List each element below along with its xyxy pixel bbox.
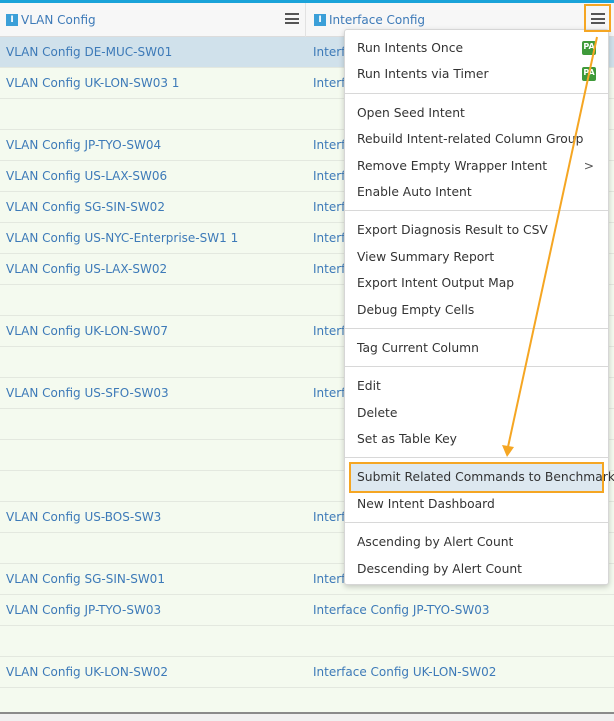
cell-interface-config[interactable]: Interf bbox=[313, 254, 345, 284]
cell-interface-config[interactable]: Interf bbox=[313, 378, 345, 408]
cell-vlan-config[interactable]: VLAN Config DE-MUC-SW01 bbox=[6, 37, 172, 67]
menu-item-label: Debug Empty Cells bbox=[357, 302, 475, 317]
column-header-vlan-config[interactable]: I VLAN Config bbox=[6, 3, 96, 37]
column-menu-icon[interactable] bbox=[285, 12, 299, 25]
cell-interface-config[interactable]: Interface Config UK-LON-SW02 bbox=[313, 657, 496, 687]
menu-divider bbox=[345, 327, 608, 329]
cell-interface-config[interactable]: Interf bbox=[313, 564, 345, 594]
menu-item-label: Open Seed Intent bbox=[357, 105, 465, 120]
intent-icon: I bbox=[6, 14, 18, 26]
cell-interface-config[interactable]: Interf bbox=[313, 161, 345, 191]
cell-vlan-config[interactable]: VLAN Config UK-LON-SW02 bbox=[6, 657, 168, 687]
column-divider bbox=[305, 3, 306, 37]
menu-divider bbox=[345, 92, 608, 94]
menu-item-label: Export Diagnosis Result to CSV bbox=[357, 223, 548, 238]
cell-vlan-config[interactable]: VLAN Config UK-LON-SW03 1 bbox=[6, 68, 179, 98]
cell-vlan-config[interactable]: VLAN Config SG-SIN-SW01 bbox=[6, 564, 165, 594]
cell-vlan-config[interactable]: VLAN Config UK-LON-SW07 bbox=[6, 316, 168, 346]
menu-item-label: New Intent Dashboard bbox=[357, 496, 495, 511]
menu-item-new-intent-dashboard[interactable]: New Intent Dashboard bbox=[345, 491, 608, 517]
chevron-right-icon: > bbox=[583, 158, 594, 173]
cell-interface-config[interactable]: Interf bbox=[313, 37, 345, 67]
menu-item-ascending-by-alert-count[interactable]: Ascending by Alert Count bbox=[345, 529, 608, 555]
menu-item-label: Delete bbox=[357, 405, 398, 420]
cell-interface-config[interactable]: Interface Config JP-TYO-SW03 bbox=[313, 595, 489, 625]
menu-item-tag-current-column[interactable]: Tag Current Column bbox=[345, 335, 608, 361]
horizontal-scrollbar[interactable] bbox=[0, 712, 614, 721]
cell-interface-config[interactable]: Interf bbox=[313, 502, 345, 532]
menu-item-export-diagnosis-result-to-csv[interactable]: Export Diagnosis Result to CSV bbox=[345, 217, 608, 243]
menu-item-submit-related-commands-to-benchmark[interactable]: Submit Related Commands to Benchmark bbox=[349, 462, 614, 493]
menu-item-view-summary-report[interactable]: View Summary Report bbox=[345, 244, 608, 270]
menu-item-run-intents-via-timer[interactable]: Run Intents via Timer PA bbox=[345, 61, 608, 87]
cell-interface-config[interactable]: Interf bbox=[313, 223, 345, 253]
menu-item-enable-auto-intent[interactable]: Enable Auto Intent bbox=[345, 179, 608, 205]
menu-item-label: Ascending by Alert Count bbox=[357, 535, 514, 550]
menu-item-label: Export Intent Output Map bbox=[357, 276, 515, 291]
cell-interface-config[interactable]: Interf bbox=[313, 130, 345, 160]
menu-divider bbox=[345, 457, 608, 459]
cell-vlan-config[interactable]: VLAN Config US-NYC-Enterprise-SW1 1 bbox=[6, 223, 238, 253]
menu-item-label: Rebuild Intent-related Column Group bbox=[357, 132, 584, 147]
table-row[interactable]: VLAN Config UK-LON-SW02 Interface Config … bbox=[0, 657, 614, 688]
menu-item-label: Run Intents via Timer bbox=[357, 67, 489, 82]
column-title: VLAN Config bbox=[21, 13, 96, 27]
menu-item-delete[interactable]: Delete bbox=[345, 400, 608, 426]
menu-item-rebuild-intent-related-column-group[interactable]: Rebuild Intent-related Column Group bbox=[345, 126, 608, 152]
menu-item-export-intent-output-map[interactable]: Export Intent Output Map bbox=[345, 270, 608, 296]
cell-interface-config[interactable]: Interf bbox=[313, 316, 345, 346]
menu-item-edit[interactable]: Edit bbox=[345, 373, 608, 399]
cell-interface-config[interactable]: Interf bbox=[313, 192, 345, 222]
column-context-menu: Run Intents Once PA Run Intents via Timer P… bbox=[344, 29, 614, 585]
menu-item-descending-by-alert-count[interactable]: Descending by Alert Count bbox=[345, 556, 608, 582]
cell-vlan-config[interactable]: VLAN Config JP-TYO-SW04 bbox=[6, 130, 161, 160]
cell-vlan-config[interactable]: VLAN Config US-BOS-SW3 bbox=[6, 502, 161, 532]
intent-icon: I bbox=[314, 14, 326, 26]
menu-item-open-seed-intent[interactable]: Open Seed Intent bbox=[345, 100, 608, 126]
menu-item-label: Remove Empty Wrapper Intent bbox=[357, 158, 548, 173]
column-title: Interface Config bbox=[329, 13, 426, 27]
menu-divider bbox=[345, 210, 608, 212]
menu-item-label: Submit Related Commands to Benchmark bbox=[357, 470, 614, 485]
cell-vlan-config[interactable]: VLAN Config SG-SIN-SW02 bbox=[6, 192, 165, 222]
menu-item-debug-empty-cells[interactable]: Debug Empty Cells bbox=[345, 297, 608, 323]
menu-item-label: View Summary Report bbox=[357, 249, 495, 264]
pa-badge-icon: PA bbox=[582, 41, 596, 55]
menu-item-remove-empty-wrapper-intent[interactable]: Remove Empty Wrapper Intent > bbox=[345, 153, 608, 179]
menu-item-label: Enable Auto Intent bbox=[357, 184, 472, 199]
cell-vlan-config[interactable]: VLAN Config US-LAX-SW02 bbox=[6, 254, 167, 284]
cell-vlan-config[interactable]: VLAN Config US-SFO-SW03 bbox=[6, 378, 169, 408]
annotation-highlight-box bbox=[584, 4, 611, 32]
cell-vlan-config[interactable]: VLAN Config US-LAX-SW06 bbox=[6, 161, 167, 191]
menu-item-label: Descending by Alert Count bbox=[357, 561, 522, 576]
table-row[interactable]: VLAN Config JP-TYO-SW03 Interface Config … bbox=[0, 595, 614, 626]
menu-item-label: Run Intents Once bbox=[357, 41, 464, 55]
menu-item-run-intents-once[interactable]: Run Intents Once PA bbox=[345, 35, 608, 61]
pa-badge-icon: PA bbox=[582, 67, 596, 82]
menu-item-label: Edit bbox=[357, 379, 381, 394]
menu-divider bbox=[345, 522, 608, 524]
menu-item-set-as-table-key[interactable]: Set as Table Key bbox=[345, 426, 608, 452]
cell-vlan-config[interactable]: VLAN Config JP-TYO-SW03 bbox=[6, 595, 161, 625]
menu-divider bbox=[345, 366, 608, 368]
menu-item-label: Set as Table Key bbox=[357, 432, 457, 447]
cell-interface-config[interactable]: Interf bbox=[313, 68, 345, 98]
menu-item-label: Tag Current Column bbox=[357, 340, 479, 355]
table-row[interactable] bbox=[0, 626, 614, 657]
